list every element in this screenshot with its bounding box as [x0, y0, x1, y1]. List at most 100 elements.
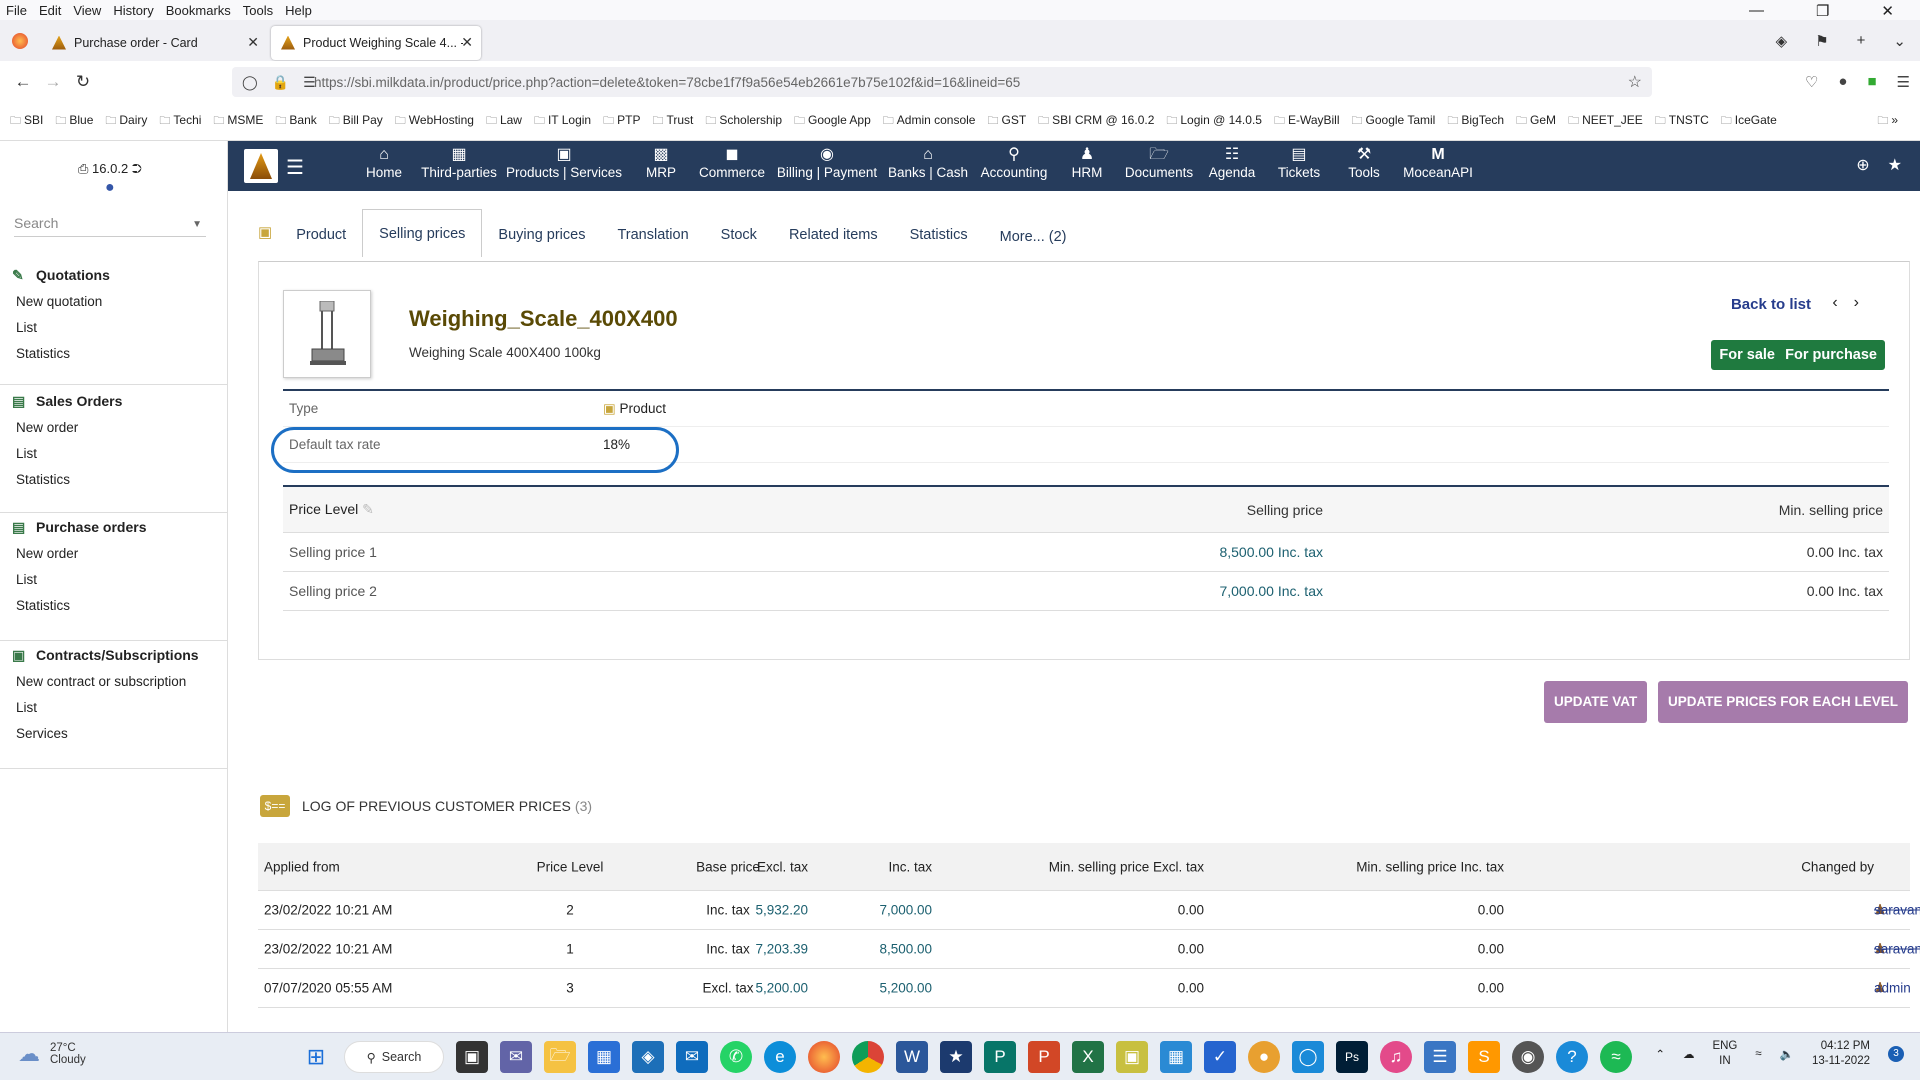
mail-icon[interactable]: ✉ [676, 1041, 708, 1073]
bookmark[interactable]: IceGate [1721, 112, 1777, 131]
help-icon[interactable]: ? [1556, 1041, 1588, 1073]
taskbar-search[interactable]: ⚲ Search [344, 1041, 444, 1073]
sidebar-link[interactable]: Statistics [0, 593, 228, 619]
bookmark[interactable]: Login @ 14.0.5 [1166, 112, 1262, 131]
volume-icon[interactable]: 🔈 [1780, 1047, 1794, 1061]
bookmark[interactable]: Google App [794, 112, 871, 131]
menu-edit[interactable]: Edit [39, 3, 61, 18]
word-icon[interactable]: W [896, 1041, 928, 1073]
sidebar-link[interactable]: Services [0, 721, 228, 747]
app-icon[interactable]: ▣ [1116, 1041, 1148, 1073]
logout-icon[interactable]: ➲ [132, 161, 142, 176]
app-icon[interactable]: ● [1248, 1041, 1280, 1073]
bookmark[interactable]: MSME [213, 112, 263, 131]
edit-pencil-icon[interactable]: ✎ [362, 501, 374, 517]
task-view-icon[interactable]: ▣ [456, 1041, 488, 1073]
new-tab-icon[interactable]: + [1857, 32, 1866, 50]
wifi-icon[interactable]: ≈ [1755, 1048, 1761, 1060]
update-vat-button[interactable]: UPDATE VAT [1544, 681, 1648, 723]
close-tab-icon[interactable]: ✕ [247, 34, 259, 51]
excel-icon[interactable]: X [1072, 1041, 1104, 1073]
photoshop-icon[interactable]: Ps [1336, 1041, 1368, 1073]
nav-products[interactable]: ▣ Products | Services [506, 145, 622, 180]
itunes-icon[interactable]: ♫ [1380, 1041, 1412, 1073]
sidebar-heading[interactable]: ✎ Quotations [0, 261, 228, 289]
nav-hrm[interactable]: ♟ HRM [1072, 145, 1103, 180]
file-explorer-icon[interactable]: 🗁 [544, 1041, 576, 1073]
forward-icon[interactable]: → [38, 72, 68, 92]
previous-icon[interactable]: ‹ [1832, 294, 1853, 311]
menu-file[interactable]: File [6, 3, 27, 18]
tab-stock[interactable]: Stock [705, 211, 773, 257]
account-icon[interactable]: ● [1838, 73, 1847, 91]
bookmark[interactable]: Trust [652, 112, 693, 131]
update-prices-button[interactable]: UPDATE PRICES FOR EACH LEVEL [1658, 681, 1909, 723]
tab-selling-prices[interactable]: Selling prices [362, 209, 483, 257]
search-select[interactable]: Search ▼ [14, 215, 206, 237]
nav-third-parties[interactable]: ▦ Third-parties [421, 145, 497, 180]
menu-help[interactable]: Help [285, 3, 312, 18]
notepad-icon[interactable]: ☰ [1424, 1041, 1456, 1073]
bookmark[interactable]: Scholership [705, 112, 782, 131]
bookmark-star-icon[interactable]: ★ [1888, 155, 1902, 175]
extension-green-icon[interactable]: ■ [1867, 73, 1876, 91]
nav-tickets[interactable]: ▤ Tickets [1278, 145, 1320, 180]
bookmark[interactable]: SBI [10, 112, 43, 131]
firefox-icon[interactable] [12, 32, 28, 49]
reload-icon[interactable]: ↻ [68, 72, 98, 92]
publisher-icon[interactable]: P [984, 1041, 1016, 1073]
edge-icon[interactable]: e [764, 1041, 796, 1073]
changed-by-link[interactable]: saravanaraj [1874, 942, 1920, 957]
app-menu-icon[interactable]: ☰ [1897, 73, 1910, 91]
sidebar-link[interactable]: Statistics [0, 467, 228, 493]
sidebar-link[interactable]: List [0, 567, 228, 593]
bookmark[interactable]: Dairy [105, 112, 147, 131]
shield-icon[interactable]: ◯ [242, 74, 258, 91]
user-block[interactable]: ⎙ 16.0.2 ➲ ● [78, 161, 142, 197]
sidebar-link[interactable]: List [0, 315, 228, 341]
bookmark[interactable]: SBI CRM @ 16.0.2 [1038, 112, 1154, 131]
sidebar-link[interactable]: Statistics [0, 341, 228, 367]
changed-by-link[interactable]: admin [1874, 981, 1911, 996]
extension-icon[interactable]: ⚑ [1815, 32, 1828, 50]
minimize-icon[interactable]: — [1749, 2, 1764, 20]
tab-statistics[interactable]: Statistics [894, 211, 984, 257]
sidebar-link[interactable]: List [0, 695, 228, 721]
nav-banks[interactable]: ⌂ Banks | Cash [888, 145, 968, 180]
bookmark[interactable]: GST [987, 112, 1026, 131]
app-star-icon[interactable]: ★ [940, 1041, 972, 1073]
nav-commerce[interactable]: ◼ Commerce [699, 145, 765, 180]
menu-tools[interactable]: Tools [243, 3, 273, 18]
powerpoint-icon[interactable]: P [1028, 1041, 1060, 1073]
bookmark[interactable]: Techi [159, 112, 201, 131]
tab-related-items[interactable]: Related items [773, 211, 894, 257]
tab-product[interactable]: Product [280, 211, 362, 257]
close-window-icon[interactable]: ✕ [1881, 2, 1894, 20]
chrome-icon[interactable] [852, 1041, 884, 1073]
bookmark[interactable]: Admin console [883, 112, 976, 131]
bookmark[interactable]: GeM [1516, 112, 1556, 131]
bookmark[interactable]: Bill Pay [329, 112, 383, 131]
language-indicator[interactable]: ENG IN [1712, 1039, 1737, 1069]
nav-tools[interactable]: ⚒ Tools [1348, 145, 1380, 180]
product-image[interactable] [283, 290, 371, 378]
windows-start-icon[interactable]: ⊞ [300, 1041, 332, 1073]
bookmark[interactable]: Blue [55, 112, 93, 131]
tab-translation[interactable]: Translation [601, 211, 704, 257]
tab-purchase-order[interactable]: Purchase order - Card ✕ [42, 26, 267, 60]
menu-view[interactable]: View [73, 3, 101, 18]
nav-agenda[interactable]: ☷ Agenda [1209, 145, 1256, 180]
app-icon[interactable]: ◈ [632, 1041, 664, 1073]
tray-overflow-icon[interactable]: ⌃ [1655, 1047, 1665, 1061]
url-field[interactable]: ◯ 🔒 ☰ https://sbi.milkdata.in/product/pric… [232, 67, 1652, 97]
nav-mrp[interactable]: ▩ MRP [646, 145, 676, 180]
notification-badge[interactable]: 3 [1888, 1046, 1904, 1062]
permissions-icon[interactable]: ☰ [303, 74, 316, 91]
sidebar-link[interactable]: New order [0, 541, 228, 567]
nav-billing[interactable]: ◉ Billing | Payment [777, 145, 877, 180]
onedrive-icon[interactable]: ☁ [1683, 1047, 1695, 1061]
menu-history[interactable]: History [113, 3, 153, 18]
bookmark[interactable]: IT Login [534, 112, 591, 131]
weather-widget[interactable]: ☁ 27°C Cloudy [18, 1041, 86, 1067]
nav-documents[interactable]: 🗁 Documents [1125, 145, 1193, 180]
